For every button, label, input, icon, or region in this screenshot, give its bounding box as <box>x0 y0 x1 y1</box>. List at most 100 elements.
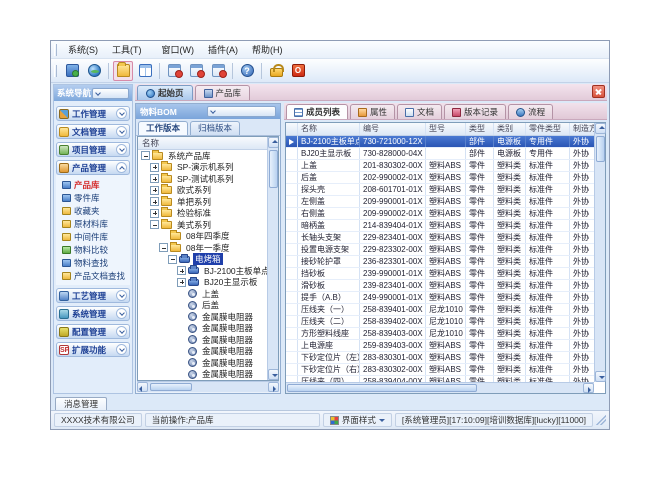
globe-icon-button[interactable] <box>84 61 104 81</box>
tree-node[interactable]: 08年一季度 <box>138 242 267 254</box>
scroll-left-icon[interactable] <box>137 382 148 392</box>
chevron-down-icon[interactable] <box>116 326 127 337</box>
expand-icon[interactable] <box>150 174 159 183</box>
table-row[interactable]: 长轴头支架229-823401-00X塑料ABS零件塑料类标准件外协条 <box>286 232 594 244</box>
chevron-down-icon[interactable] <box>116 308 127 319</box>
tab-成员列表[interactable]: 成员列表 <box>286 104 348 119</box>
scroll-up-icon[interactable] <box>268 137 279 148</box>
scroll-right-icon[interactable] <box>268 382 279 392</box>
column-header-零件类型[interactable]: 零件类型 <box>526 123 570 135</box>
table-row[interactable]: 上盖201-830302-00X塑料ABS零件塑料类标准件外协条 <box>286 160 594 172</box>
sidebar-group-产品管理[interactable]: 产品管理 <box>56 160 130 175</box>
collapse-icon[interactable] <box>159 243 168 252</box>
tree-node[interactable]: 金属膜电阻器 <box>138 357 267 369</box>
bom-panel-pin-button[interactable] <box>207 106 276 117</box>
tree-node[interactable]: 金属膜电阻器 <box>138 346 267 358</box>
tree-node[interactable]: BJ20主显示板 <box>138 277 267 289</box>
tree-horizontal-scrollbar[interactable] <box>137 381 279 392</box>
table-row[interactable]: 压线夹（二）258-839402-00X尼龙1010零件塑料类标准件外协条 <box>286 316 594 328</box>
table-row[interactable]: 探头壳208-601701-01X塑料ABS零件塑料类标准件外协条 <box>286 184 594 196</box>
table-row[interactable]: 方形塑料线座258-839403-00X尼龙1010零件塑料类标准件外协条 <box>286 328 594 340</box>
tab-归档版本[interactable]: 归档版本 <box>190 121 240 135</box>
table-row[interactable]: 压线夹（一）258-839401-00X尼龙1010零件塑料类标准件外协条 <box>286 304 594 316</box>
scroll-down-icon[interactable] <box>268 369 279 380</box>
column-header-类别[interactable]: 类别 <box>494 123 526 135</box>
close-tab-button[interactable] <box>592 85 605 98</box>
tab-流程[interactable]: 流程 <box>508 104 553 119</box>
table-row[interactable]: 左侧盖209-990001-01X塑料ABS零件塑料类标准件外协条 <box>286 196 594 208</box>
table-row[interactable]: 暗柄盖214-839404-01X塑料ABS零件塑料类标准件外协条 <box>286 220 594 232</box>
chevron-down-icon[interactable] <box>116 144 127 155</box>
window-badge-icon-2-button[interactable] <box>186 61 206 81</box>
sidebar-item-物料比较[interactable]: 物料比较 <box>60 243 130 256</box>
tree-node[interactable]: 检验标准 <box>138 208 267 220</box>
table-row[interactable]: 挡砂板239-990001-01X塑料ABS零件塑料类标准件外协条 <box>286 268 594 280</box>
help-icon-button[interactable] <box>237 61 257 81</box>
sidebar-group-系统管理[interactable]: 系统管理 <box>56 306 130 321</box>
tab-属性[interactable]: 属性 <box>350 104 395 119</box>
window-badge-icon-1-button[interactable] <box>164 61 184 81</box>
tab-产品库[interactable]: 产品库 <box>195 85 251 100</box>
expand-icon[interactable] <box>150 186 159 195</box>
window-badge-icon-3-button[interactable] <box>208 61 228 81</box>
monitor-icon-button[interactable] <box>62 61 82 81</box>
tree-node[interactable]: 金属膜电阻器 <box>138 311 267 323</box>
tree-node[interactable]: 电烤箱 <box>138 254 267 266</box>
sidebar-group-工作管理[interactable]: 工作管理 <box>56 106 130 121</box>
table-row[interactable]: 接砂轮护罩236-823301-00X塑料ABS零件塑料类标准件外协条 <box>286 256 594 268</box>
tree-node[interactable]: 金属膜电阻器 <box>138 323 267 335</box>
sidebar-item-零件库[interactable]: 零件库 <box>60 191 130 204</box>
expand-icon[interactable] <box>177 266 186 275</box>
table-row[interactable]: 上电源座259-839403-00X塑料ABS零件塑料类标准件外协条 <box>286 340 594 352</box>
ui-style-selector[interactable]: 界面样式 <box>323 413 392 427</box>
scroll-up-icon[interactable] <box>595 123 606 134</box>
toolbar-grip[interactable] <box>54 44 57 56</box>
collapse-icon[interactable] <box>168 255 177 264</box>
scroll-down-icon[interactable] <box>595 371 606 382</box>
tree-node[interactable]: 单把系列 <box>138 196 267 208</box>
sidebar-item-中间件库[interactable]: 中间件库 <box>60 230 130 243</box>
tree-column-header[interactable]: 名称 <box>138 137 267 150</box>
tree-node[interactable]: 金属膜电阻器 <box>138 334 267 346</box>
table-row[interactable]: BJ20主显示板730-828000-04X部件电源板专用件外协颗 <box>286 148 594 160</box>
exit-icon-button[interactable] <box>288 61 308 81</box>
sidebar-item-物料查找[interactable]: 物料查找 <box>60 256 130 269</box>
table-row[interactable]: BJ-2100主板单点730-721000-12X部件电源板专用件外协颗 <box>286 136 594 148</box>
chevron-up-icon[interactable] <box>116 162 127 173</box>
sidebar-pin-button[interactable] <box>92 88 129 99</box>
sidebar-item-产品文档查找[interactable]: 产品文档查找 <box>60 269 130 282</box>
tree-node[interactable]: 上盖 <box>138 288 267 300</box>
tree-node[interactable]: SP-测试机系列 <box>138 173 267 185</box>
table-horizontal-scrollbar[interactable] <box>286 382 594 393</box>
sidebar-item-原材料库[interactable]: 原材料库 <box>60 217 130 230</box>
chevron-down-icon[interactable] <box>116 290 127 301</box>
scroll-right-icon[interactable] <box>583 383 594 393</box>
expand-icon[interactable] <box>150 209 159 218</box>
message-manager-tab[interactable]: 消息管理 <box>55 397 107 410</box>
expand-icon[interactable] <box>150 197 159 206</box>
tab-起始页[interactable]: 起始页 <box>137 85 193 100</box>
menu-item[interactable]: 插件(A) <box>201 43 245 57</box>
tree-node[interactable]: BJ-2100主板单点 <box>138 265 267 277</box>
toolbar-grip[interactable] <box>54 65 57 77</box>
sidebar-group-项目管理[interactable]: 项目管理 <box>56 142 130 157</box>
tree-node[interactable]: 金属膜电阻器 <box>138 369 267 381</box>
tree-node[interactable]: 后盖 <box>138 300 267 312</box>
table-row[interactable]: 下砂定位片（右）283-830302-00X塑料ABS零件塑料类标准件外协条 <box>286 364 594 376</box>
tree-node[interactable]: 美式系列 <box>138 219 267 231</box>
table-row[interactable]: 投置电源支架229-823302-00X塑料ABS零件塑料类标准件外协条 <box>286 244 594 256</box>
menu-item[interactable]: 工具(T) <box>105 43 149 57</box>
table-scroll-thumb[interactable] <box>596 136 605 162</box>
folder-icon-button[interactable] <box>113 61 133 81</box>
table-hscroll-thumb[interactable] <box>287 384 477 392</box>
menu-item[interactable]: 帮助(H) <box>245 43 290 57</box>
tab-文档[interactable]: 文档 <box>397 104 442 119</box>
tree-node[interactable]: 欧式系列 <box>138 185 267 197</box>
sidebar-group-工艺管理[interactable]: 工艺管理 <box>56 288 130 303</box>
table-row[interactable]: 右侧盖209-990002-01X塑料ABS零件塑料类标准件外协条 <box>286 208 594 220</box>
tab-工作版本[interactable]: 工作版本 <box>138 121 188 135</box>
column-header-类型[interactable]: 类型 <box>466 123 494 135</box>
sidebar-group-配置管理[interactable]: 配置管理 <box>56 324 130 339</box>
tree-node[interactable]: 08年四季度 <box>138 231 267 243</box>
table-vertical-scrollbar[interactable] <box>594 123 605 382</box>
